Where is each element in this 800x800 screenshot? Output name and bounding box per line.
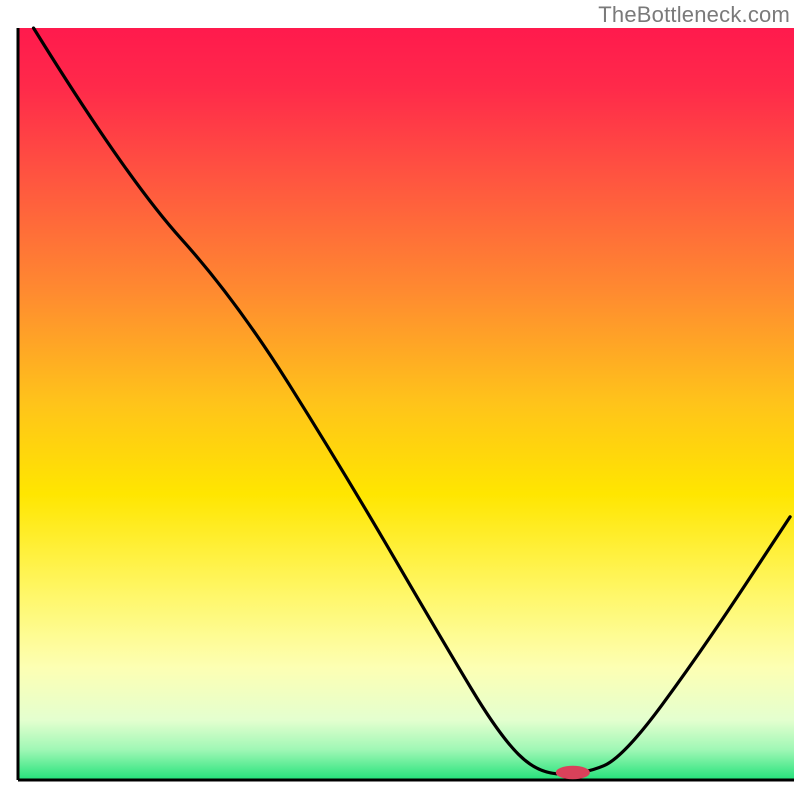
bottleneck-chart [0,0,800,800]
watermark-text: TheBottleneck.com [598,2,790,28]
gradient-background [18,28,794,780]
optimal-point-marker [556,766,590,780]
chart-container: TheBottleneck.com [0,0,800,800]
